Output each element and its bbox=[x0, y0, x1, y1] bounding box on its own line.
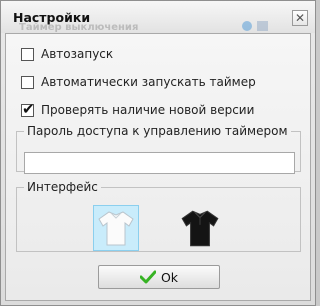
check-updates-label: Проверять наличие новой версии bbox=[41, 103, 255, 117]
theme-black-option[interactable] bbox=[177, 205, 223, 251]
password-input[interactable] bbox=[24, 152, 295, 174]
option-check-updates[interactable]: ✔ Проверять наличие новой версии bbox=[21, 100, 255, 118]
settings-dialog: Таймер выключения Настройки ✕ Автозапуск… bbox=[0, 0, 316, 306]
interface-group: Интерфейс bbox=[16, 180, 301, 252]
autostart-label: Автозапуск bbox=[41, 47, 114, 61]
ok-button[interactable]: Ok bbox=[98, 265, 220, 289]
settings-panel: Автозапуск Автоматически запускать тайме… bbox=[5, 33, 311, 301]
theme-white-option[interactable] bbox=[93, 205, 139, 251]
title-bar[interactable]: Таймер выключения Настройки ✕ bbox=[1, 1, 315, 33]
close-button[interactable]: ✕ bbox=[292, 10, 308, 26]
password-group-label: Пароль доступа к управлению таймером bbox=[27, 124, 288, 138]
autorun-timer-checkbox[interactable] bbox=[21, 75, 34, 89]
autorun-timer-label: Автоматически запускать таймер bbox=[41, 75, 256, 89]
checkmark-icon: ✔ bbox=[22, 99, 35, 118]
black-shirt-icon bbox=[181, 210, 219, 247]
password-group: Пароль доступа к управлению таймером bbox=[16, 124, 301, 174]
check-updates-checkbox[interactable]: ✔ bbox=[21, 100, 35, 118]
white-shirt-icon bbox=[98, 211, 134, 246]
close-icon: ✕ bbox=[294, 11, 306, 25]
autostart-checkbox[interactable] bbox=[21, 47, 34, 61]
interface-group-label: Интерфейс bbox=[27, 180, 98, 194]
ok-button-label: Ok bbox=[160, 269, 179, 285]
option-autorun-timer[interactable]: Автоматически запускать таймер bbox=[21, 75, 256, 89]
option-autostart[interactable]: Автозапуск bbox=[21, 47, 113, 61]
dialog-title: Настройки bbox=[13, 10, 91, 25]
green-checkmark-icon bbox=[139, 270, 156, 284]
